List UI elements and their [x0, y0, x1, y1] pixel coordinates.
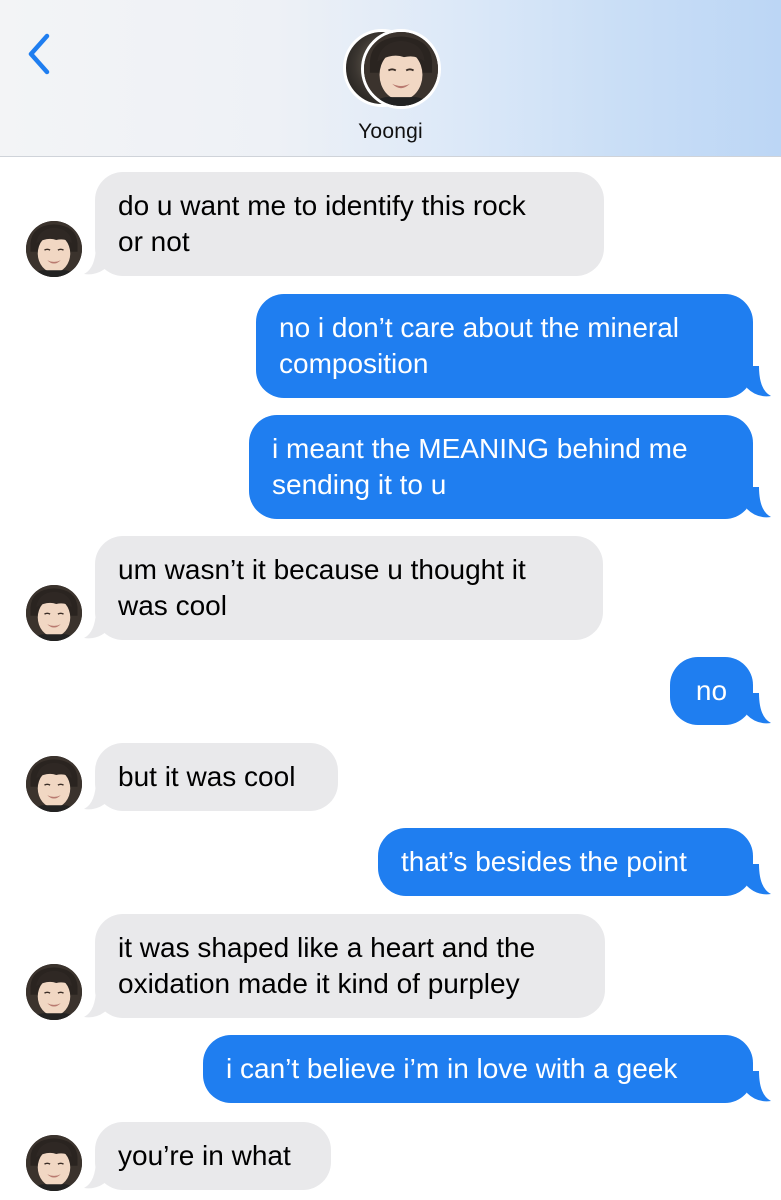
- incoming-message-bubble[interactable]: it was shaped like a heart and the oxida…: [95, 914, 605, 1018]
- outgoing-message-bubble[interactable]: no i don’t care about the mineral compos…: [256, 294, 753, 398]
- chevron-left-icon: [28, 33, 50, 75]
- back-button[interactable]: [22, 30, 62, 78]
- outgoing-message-bubble[interactable]: i meant the MEANING behind me sending it…: [249, 415, 753, 519]
- incoming-message-bubble[interactable]: you’re in what: [95, 1122, 331, 1190]
- message-avatar: [26, 585, 82, 641]
- conversation-header: Yoongi: [0, 0, 781, 157]
- message-avatar: [26, 221, 82, 277]
- incoming-message-bubble[interactable]: um wasn’t it because u thought it was co…: [95, 536, 603, 640]
- incoming-message-bubble[interactable]: do u want me to identify this rock or no…: [95, 172, 604, 276]
- outgoing-message-bubble[interactable]: i can’t believe i’m in love with a geek: [203, 1035, 753, 1103]
- message-avatar: [26, 1135, 82, 1191]
- outgoing-message-bubble[interactable]: that’s besides the point: [378, 828, 753, 896]
- message-avatar: [26, 756, 82, 812]
- outgoing-message-bubble[interactable]: no: [670, 657, 753, 725]
- contact-avatar-button[interactable]: [343, 29, 443, 111]
- contact-avatar: [361, 29, 441, 109]
- incoming-message-bubble[interactable]: but it was cool: [95, 743, 338, 811]
- contact-name[interactable]: Yoongi: [0, 120, 781, 144]
- message-avatar: [26, 964, 82, 1020]
